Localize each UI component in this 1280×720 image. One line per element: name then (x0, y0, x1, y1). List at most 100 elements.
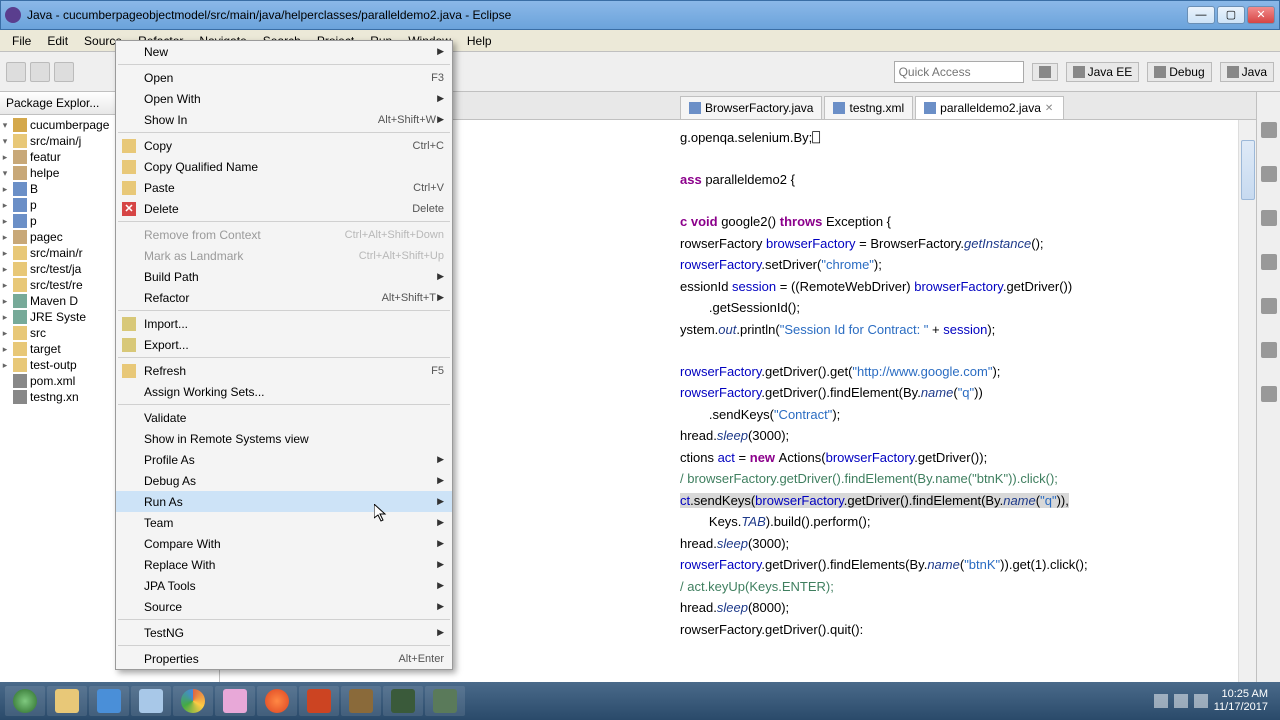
menu-item-properties[interactable]: PropertiesAlt+Enter (116, 648, 452, 669)
thumbnail-icon[interactable] (1261, 386, 1277, 402)
menu-item-build-path[interactable]: Build Path▶ (116, 266, 452, 287)
perspective-java[interactable]: Java (1220, 62, 1274, 82)
tray-flag-icon[interactable] (1154, 694, 1168, 708)
taskbar-notepad[interactable] (131, 686, 171, 716)
tree-file-pb[interactable]: p (30, 214, 37, 228)
tree-src-main-r[interactable]: src/main/r (30, 246, 83, 260)
tree-file-pa[interactable]: p (30, 198, 37, 212)
menu-item-assign-ws[interactable]: Assign Working Sets... (116, 381, 452, 402)
context-menu: New▶ OpenF3 Open With▶ Show InAlt+Shift+… (115, 40, 453, 670)
tray-clock[interactable]: 10:25 AM11/17/2017 (1214, 688, 1268, 714)
menu-item-jpa-tools[interactable]: JPA Tools▶ (116, 575, 452, 596)
tree-jre[interactable]: JRE Syste (30, 310, 86, 324)
eclipse-icon (5, 7, 21, 23)
menu-item-compare-with[interactable]: Compare With▶ (116, 533, 452, 554)
new-icon[interactable] (6, 62, 26, 82)
menu-item-testng[interactable]: TestNG▶ (116, 622, 452, 643)
perspective-debug[interactable]: Debug (1147, 62, 1211, 82)
tree-src-main[interactable]: src/main/j (30, 134, 81, 148)
tree-helpe[interactable]: helpe (30, 166, 59, 180)
save-icon[interactable] (30, 62, 50, 82)
taskbar-app2[interactable] (425, 686, 465, 716)
tab-browserfactory[interactable]: BrowserFactory.java (680, 96, 822, 119)
open-perspective-button[interactable] (1032, 63, 1058, 81)
quick-access-input[interactable] (894, 61, 1024, 83)
close-tab-icon[interactable]: ✕ (1045, 103, 1055, 113)
tree-project[interactable]: cucumberpage (30, 118, 109, 132)
decorators-icon[interactable] (1261, 342, 1277, 358)
menu-item-copy[interactable]: CopyCtrl+C (116, 135, 452, 156)
taskbar-firefox[interactable] (257, 686, 297, 716)
minimap-icon[interactable] (1261, 298, 1277, 314)
menu-item-paste[interactable]: PasteCtrl+V (116, 177, 452, 198)
tree-pagec[interactable]: pagec (30, 230, 63, 244)
menu-item-open-with[interactable]: Open With▶ (116, 88, 452, 109)
menu-item-show-remote[interactable]: Show in Remote Systems view (116, 428, 452, 449)
xml-file-icon (833, 102, 845, 114)
perspective-debug-label: Debug (1169, 65, 1204, 79)
tree-pom[interactable]: pom.xml (30, 374, 75, 388)
menu-item-export[interactable]: Export... (116, 334, 452, 355)
menu-item-profile-as[interactable]: Profile As▶ (116, 449, 452, 470)
copy-icon (122, 160, 136, 174)
taskbar-paint[interactable] (215, 686, 255, 716)
minimize-button[interactable]: — (1187, 6, 1215, 24)
menu-item-delete[interactable]: ✕DeleteDelete (116, 198, 452, 219)
tree-target[interactable]: target (30, 342, 61, 356)
system-tray[interactable]: 10:25 AM11/17/2017 (1154, 688, 1276, 714)
menu-item-show-in[interactable]: Show InAlt+Shift+W▶ (116, 109, 452, 130)
menu-item-replace-with[interactable]: Replace With▶ (116, 554, 452, 575)
menu-item-source[interactable]: Source▶ (116, 596, 452, 617)
package-explorer-title: Package Explor... (6, 96, 99, 110)
tree-featur[interactable]: featur (30, 150, 61, 164)
menu-item-refactor[interactable]: RefactorAlt+Shift+T▶ (116, 287, 452, 308)
perspective-javaee[interactable]: Java EE (1066, 62, 1140, 82)
save-all-icon[interactable] (54, 62, 74, 82)
tab-testng[interactable]: testng.xml (824, 96, 913, 119)
menu-item-debug-as[interactable]: Debug As▶ (116, 470, 452, 491)
scrollbar-thumb[interactable] (1241, 140, 1255, 200)
tree-src[interactable]: src (30, 326, 46, 340)
taskbar-chrome[interactable] (173, 686, 213, 716)
menu-item-run-as[interactable]: Run As▶ (116, 491, 452, 512)
menu-item-remove-context: Remove from ContextCtrl+Alt+Shift+Down (116, 224, 452, 245)
tree-file-b[interactable]: B (30, 182, 38, 196)
tree-test-out[interactable]: test-outp (30, 358, 77, 372)
close-button[interactable]: ✕ (1247, 6, 1275, 24)
menu-edit[interactable]: Edit (39, 31, 76, 51)
menu-item-open[interactable]: OpenF3 (116, 67, 452, 88)
start-button[interactable] (5, 686, 45, 716)
tab-paralleldemo2[interactable]: paralleldemo2.java✕ (915, 96, 1064, 119)
tree-maven[interactable]: Maven D (30, 294, 78, 308)
palette-icon[interactable] (1261, 210, 1277, 226)
right-gutter (1256, 92, 1280, 682)
snippets-icon[interactable] (1261, 254, 1277, 270)
menu-item-refresh[interactable]: RefreshF5 (116, 360, 452, 381)
menu-help[interactable]: Help (459, 31, 500, 51)
perspective-icon (1039, 66, 1051, 78)
tray-network-icon[interactable] (1174, 694, 1188, 708)
taskbar-adobe[interactable] (299, 686, 339, 716)
java-icon (1227, 66, 1239, 78)
taskbar-explorer[interactable] (47, 686, 87, 716)
outline-icon[interactable] (1261, 122, 1277, 138)
title-bar: Java - cucumberpageobjectmodel/src/main/… (0, 0, 1280, 30)
menu-item-import[interactable]: Import... (116, 313, 452, 334)
tasklist-icon[interactable] (1261, 166, 1277, 182)
taskbar-eclipse[interactable] (383, 686, 423, 716)
tray-volume-icon[interactable] (1194, 694, 1208, 708)
menu-file[interactable]: File (4, 31, 39, 51)
menu-item-team[interactable]: Team▶ (116, 512, 452, 533)
tree-testng[interactable]: testng.xn (30, 390, 79, 404)
taskbar-app1[interactable] (341, 686, 381, 716)
import-icon (122, 317, 136, 331)
taskbar-ie[interactable] (89, 686, 129, 716)
menu-item-copy-qn[interactable]: Copy Qualified Name (116, 156, 452, 177)
maximize-button[interactable]: ▢ (1217, 6, 1245, 24)
tree-src-test[interactable]: src/test/ja (30, 262, 81, 276)
taskbar: 10:25 AM11/17/2017 (0, 682, 1280, 720)
menu-item-new[interactable]: New▶ (116, 41, 452, 62)
menu-item-validate[interactable]: Validate (116, 407, 452, 428)
editor-scrollbar[interactable] (1238, 120, 1256, 682)
tree-src-test-r[interactable]: src/test/re (30, 278, 83, 292)
